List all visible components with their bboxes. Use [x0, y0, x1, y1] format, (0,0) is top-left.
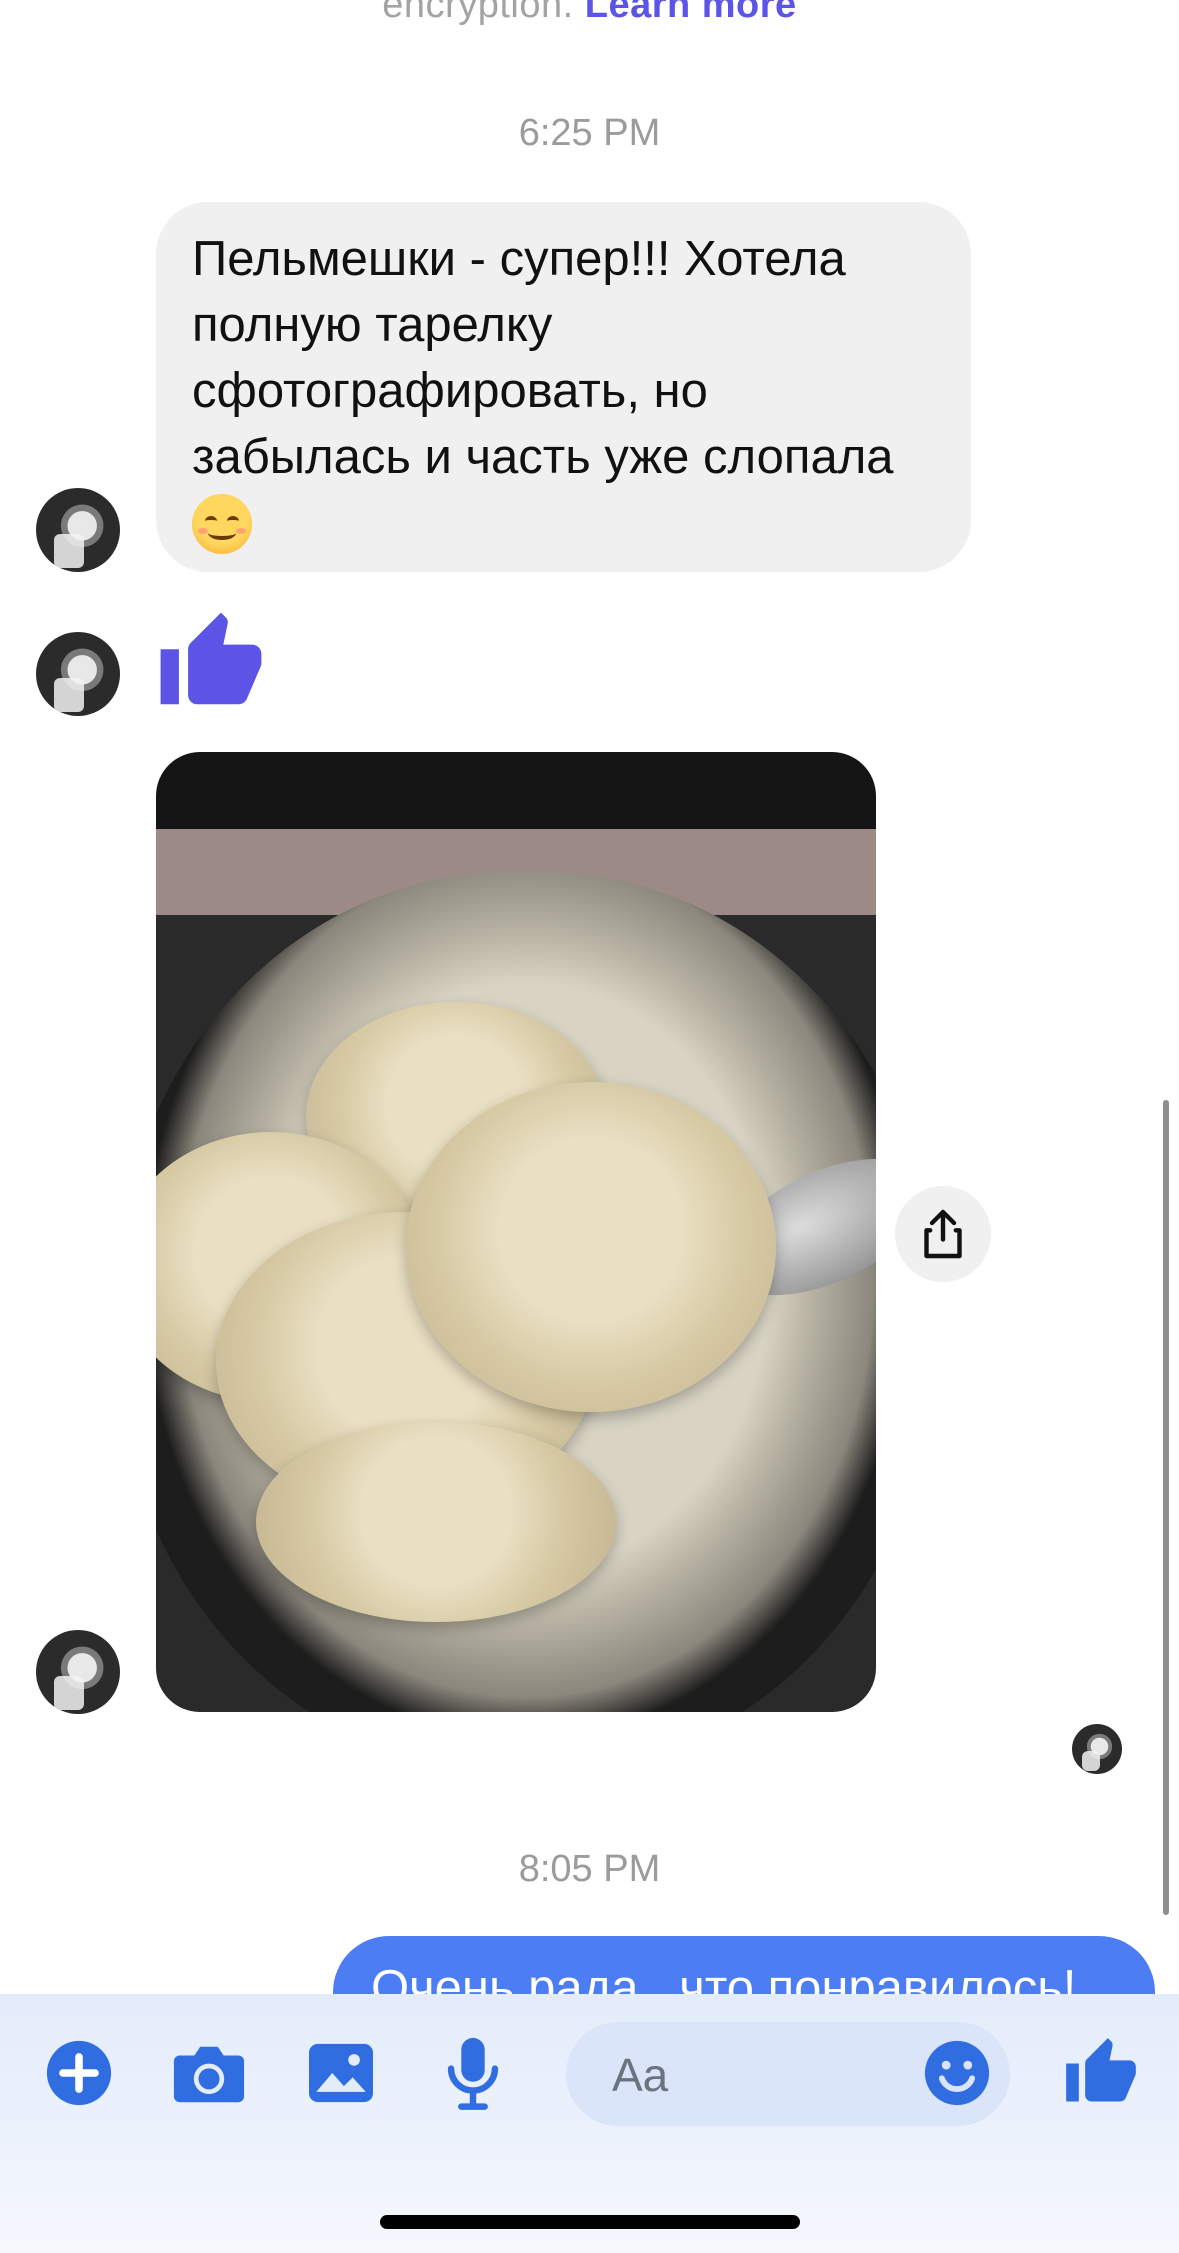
- emoji-icon: [924, 2040, 990, 2106]
- thumbs-up-icon[interactable]: [156, 608, 266, 718]
- avatar[interactable]: [36, 1630, 120, 1714]
- timestamp: 8:05 PM: [518, 1848, 661, 1890]
- scrollbar[interactable]: [1163, 1100, 1169, 1915]
- message-input-placeholder: Aa: [612, 2049, 669, 2101]
- share-button[interactable]: [895, 1186, 991, 1282]
- incoming-message-bubble[interactable]: Пельмешки - супер!!! Хотела полную тарел…: [156, 202, 971, 572]
- learn-more-link[interactable]: Learn more: [585, 0, 797, 26]
- gallery-button[interactable]: [302, 2034, 380, 2112]
- like-button[interactable]: [1062, 2034, 1140, 2112]
- dumplings-photo[interactable]: [156, 752, 876, 1712]
- message-line: сфотографировать, но: [192, 364, 708, 418]
- encryption-notice: encryption. Learn more: [0, 0, 1179, 27]
- share-icon: [924, 1209, 962, 1259]
- microphone-button[interactable]: [434, 2034, 512, 2112]
- emoji-button[interactable]: [918, 2034, 996, 2112]
- smiling-face-emoji: [192, 494, 252, 554]
- camera-icon: [173, 2046, 245, 2103]
- home-indicator: [380, 2215, 800, 2229]
- message-line: забылась и часть уже слопала: [192, 430, 894, 484]
- avatar[interactable]: [36, 488, 120, 572]
- like-icon: [1066, 2038, 1136, 2102]
- encryption-text: encryption.: [382, 0, 574, 26]
- avatar[interactable]: [36, 632, 120, 716]
- read-receipt-avatar: [1072, 1724, 1122, 1774]
- plus-icon: [46, 2040, 112, 2106]
- gallery-icon: [309, 2043, 373, 2103]
- timestamp: 6:25 PM: [518, 112, 661, 154]
- plus-button[interactable]: [40, 2034, 118, 2112]
- camera-button[interactable]: [170, 2034, 248, 2112]
- message-line: полную тарелку: [192, 298, 553, 352]
- message-line: Пельмешки - супер!!! Хотела: [192, 232, 846, 286]
- microphone-icon: [447, 2037, 499, 2110]
